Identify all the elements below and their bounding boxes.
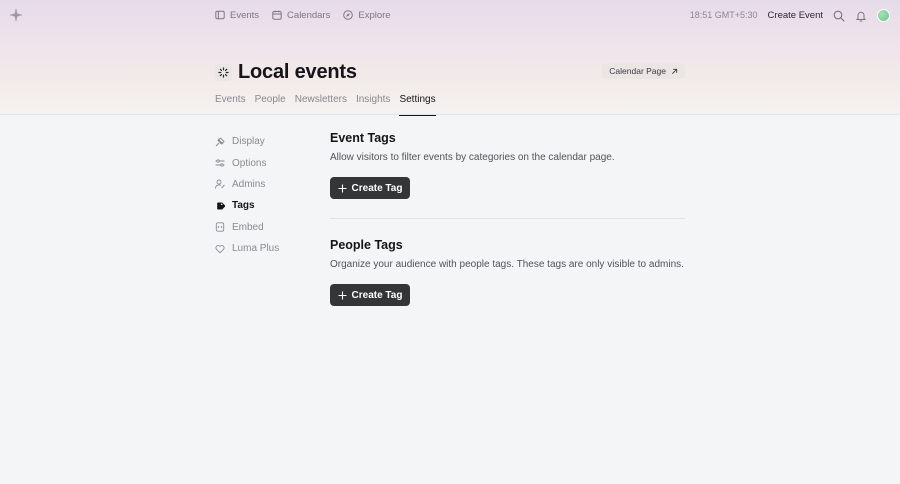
- current-time: 18:51 GMT+5:30: [689, 10, 758, 20]
- create-tag-label: Create Tag: [351, 289, 403, 301]
- people-tags-section: People Tags Organize your audience with …: [330, 238, 685, 306]
- nav-explore-label: Explore: [358, 9, 391, 21]
- sidebar-item-label: Options: [232, 157, 267, 169]
- event-tags-section: Event Tags Allow visitors to filter even…: [330, 131, 685, 199]
- calendar-page-label: Calendar Page: [609, 66, 666, 76]
- tab-newsletters[interactable]: Newsletters: [295, 94, 347, 115]
- main-nav: Events Calendars Explore: [215, 0, 391, 30]
- sidebar-item-tags[interactable]: Tags: [215, 195, 315, 216]
- tab-settings[interactable]: Settings: [399, 94, 436, 116]
- tags-settings-content: Event Tags Allow visitors to filter even…: [330, 131, 685, 306]
- sidebar-item-label: Display: [232, 136, 265, 148]
- tab-events[interactable]: Events: [215, 94, 246, 115]
- nav-events-label: Events: [230, 9, 260, 21]
- heart-icon: [215, 244, 225, 254]
- plus-icon: [338, 184, 347, 192]
- create-event-tag-button[interactable]: Create Tag: [330, 177, 410, 199]
- user-avatar[interactable]: [877, 8, 890, 22]
- top-nav: Events Calendars Explore 18:51 GMT+5:30 …: [0, 0, 900, 30]
- tag-icon: [217, 202, 225, 210]
- sidebar-item-label: Luma Plus: [232, 243, 280, 255]
- calendar-header: Local events Calendar Page: [215, 59, 685, 85]
- settings-sidebar: Display Options Admins Tags Embed Luma P…: [215, 131, 315, 259]
- compass-icon: [343, 10, 354, 20]
- sidebar-item-admins[interactable]: Admins: [215, 174, 315, 195]
- sidebar-item-embed[interactable]: Embed: [215, 217, 315, 238]
- section-divider: [330, 218, 685, 219]
- sliders-icon: [215, 159, 225, 167]
- nav-explore[interactable]: Explore: [343, 9, 391, 21]
- tab-insights[interactable]: Insights: [356, 94, 390, 115]
- sidebar-item-luma-plus[interactable]: Luma Plus: [215, 238, 315, 259]
- embed-icon: [215, 222, 225, 232]
- sidebar-item-label: Tags: [232, 200, 255, 212]
- arrow-up-right-icon: [672, 68, 678, 74]
- create-people-tag-button[interactable]: Create Tag: [330, 284, 410, 306]
- create-event-link[interactable]: Create Event: [768, 10, 823, 21]
- people-tags-description: Organize your audience with people tags.…: [330, 259, 684, 270]
- nav-calendars-label: Calendars: [287, 9, 331, 21]
- sidebar-item-options[interactable]: Options: [215, 152, 315, 173]
- event-tags-title: Event Tags: [330, 131, 396, 145]
- calendar-avatar: [215, 63, 232, 81]
- luma-logo-icon[interactable]: [9, 8, 23, 22]
- plus-icon: [338, 291, 347, 299]
- people-tags-title: People Tags: [330, 238, 403, 252]
- sidebar-item-label: Embed: [232, 221, 264, 233]
- user-edit-icon: [215, 180, 225, 190]
- search-icon[interactable]: [833, 9, 845, 22]
- calendar-page-button[interactable]: Calendar Page: [602, 63, 685, 79]
- sidebar-item-label: Admins: [232, 178, 266, 190]
- nav-calendars[interactable]: Calendars: [272, 10, 330, 21]
- calendar-tabs: Events People Newsletters Insights Setti…: [215, 94, 436, 116]
- nav-right: 18:51 GMT+5:30 Create Event: [690, 0, 890, 30]
- sunburst-icon: [218, 66, 229, 78]
- nav-events[interactable]: Events: [215, 10, 259, 21]
- event-tags-description: Allow visitors to filter events by categ…: [330, 152, 615, 163]
- ticket-icon: [215, 10, 225, 20]
- calendar-icon: [272, 10, 282, 20]
- palette-icon: [215, 137, 225, 147]
- page-title: Local events: [238, 60, 357, 83]
- create-tag-label: Create Tag: [351, 182, 403, 194]
- bell-icon[interactable]: [855, 9, 867, 22]
- sidebar-item-display[interactable]: Display: [215, 131, 315, 152]
- tab-people[interactable]: People: [255, 94, 286, 115]
